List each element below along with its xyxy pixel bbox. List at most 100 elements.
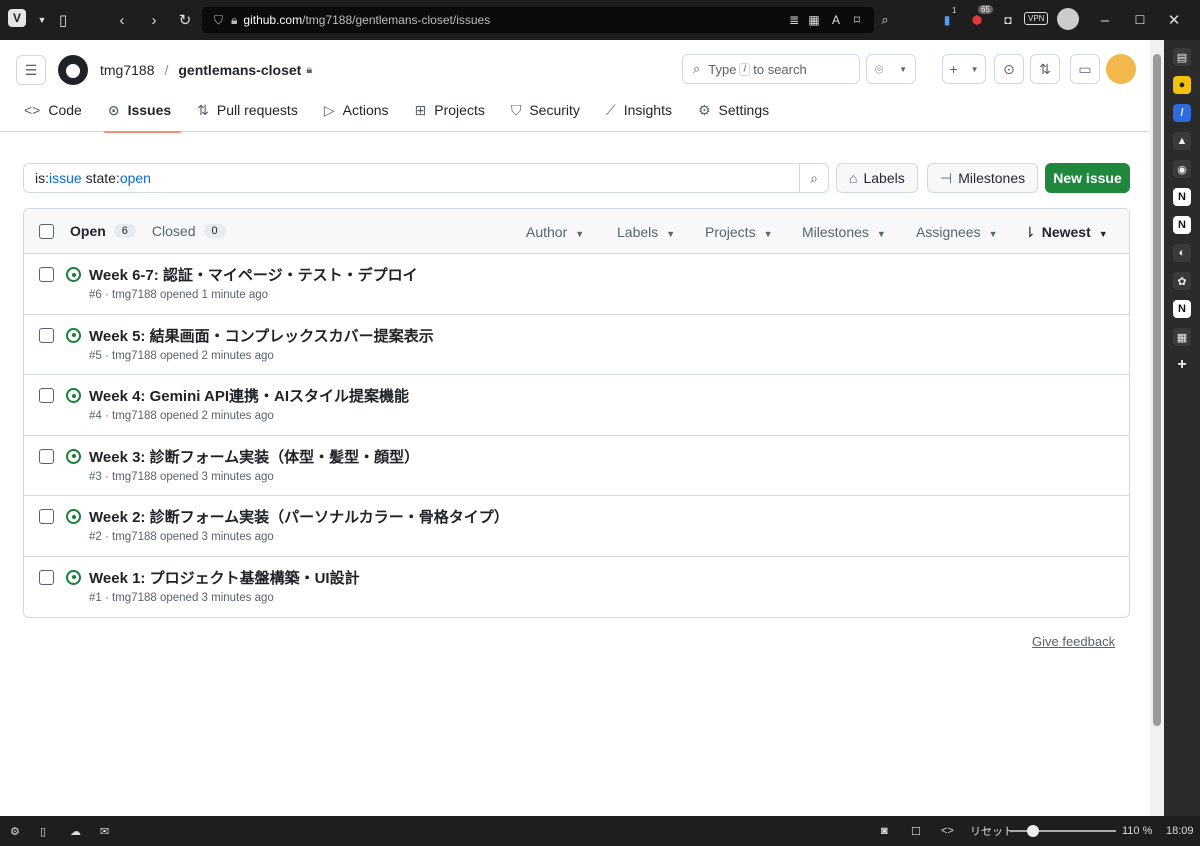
extension-icon[interactable]: ◐ [1173, 244, 1191, 262]
tab-actions[interactable]: ▷ Actions [320, 98, 399, 132]
issue-title[interactable]: Week 2: 診断フォーム実装（パーソナルカラー・骨格タイプ） [89, 506, 509, 527]
vpn-button[interactable]: VPN [1024, 12, 1049, 25]
new-issue-button[interactable]: New issue [1045, 163, 1130, 193]
zoom-slider-handle[interactable] [1027, 825, 1039, 837]
code-icon[interactable]: <> [941, 825, 954, 837]
issue-checkbox[interactable] [39, 569, 54, 585]
issue-checkbox[interactable] [39, 448, 54, 464]
minimize-icon[interactable]: – [1093, 8, 1117, 32]
issue-row[interactable]: Week 3: 診断フォーム実装（体型・髪型・顔型） #3 · tmg7188 … [24, 436, 1129, 496]
tab-label: Settings [718, 102, 770, 118]
keep-icon[interactable]: ● [1173, 76, 1191, 94]
plus-icon[interactable]: + [1173, 356, 1191, 374]
issue-checkbox[interactable] [39, 509, 54, 524]
breadcrumb-owner[interactable]: tmg7188 [100, 62, 154, 78]
camera-icon[interactable]: ◙ [881, 825, 888, 837]
profile-avatar[interactable] [1057, 8, 1079, 30]
inbox-icon[interactable]: ▭ [1070, 54, 1100, 84]
clipboard-icon[interactable]: ▤ [1173, 48, 1191, 66]
menu-icon[interactable]: ☰ [16, 55, 46, 85]
back-icon[interactable]: ‹ [110, 8, 134, 32]
issue-checkbox[interactable] [39, 327, 54, 343]
assignees-filter[interactable]: Assignees ▼ [916, 224, 998, 240]
extension-icon[interactable]: ▲ [1173, 132, 1191, 150]
scrollbar-thumb[interactable] [1153, 54, 1161, 726]
issue-row[interactable]: Week 2: 診断フォーム実装（パーソナルカラー・骨格タイプ） #2 · tm… [24, 496, 1129, 557]
tab-security[interactable]: ⛉ Security [507, 98, 590, 132]
author-filter[interactable]: Author ▼ [526, 224, 584, 240]
vivaldi-menu-icon[interactable]: V [8, 9, 26, 27]
tab-code[interactable]: <> Code [20, 98, 92, 132]
user-avatar[interactable] [1106, 54, 1136, 84]
sort-dropdown[interactable]: ⇂ Newest ▼ [1024, 224, 1108, 241]
select-all-checkbox[interactable] [39, 223, 54, 239]
openai-icon[interactable]: ✿ [1173, 272, 1191, 290]
issue-row[interactable]: Week 4: Gemini API連携・AIスタイル提案機能 #4 · tmg… [24, 375, 1129, 436]
issue-row[interactable]: Week 1: プロジェクト基盤構築・UI設計 #1 · tmg7188 ope… [24, 557, 1129, 618]
global-search-input[interactable]: ⌕ Type / to search [682, 54, 860, 84]
issue-title[interactable]: Week 1: プロジェクト基盤構築・UI設計 [89, 567, 360, 588]
breadcrumb-repo[interactable]: gentlemans-closet [178, 62, 301, 78]
github-logo-icon[interactable] [58, 55, 88, 85]
apps-icon[interactable]: ▦ [1173, 328, 1191, 346]
page-scrollbar[interactable] [1150, 40, 1164, 816]
tab-insights[interactable]: ⟋ Insights [602, 98, 682, 132]
open-tab[interactable]: Open 6 [70, 223, 136, 239]
qr-code-icon[interactable]: ▦ [802, 8, 826, 32]
issue-checkbox[interactable] [39, 388, 54, 403]
milestones-filter[interactable]: Milestones ▼ [802, 224, 886, 240]
tab-label: Projects [434, 102, 485, 118]
tab-settings[interactable]: ⚙ Settings [694, 98, 779, 132]
panel-toggle-icon[interactable]: ▯ [51, 8, 75, 32]
create-new-button[interactable]: + ▼ [942, 54, 986, 84]
filter-label: Labels [617, 224, 659, 240]
closed-tab[interactable]: Closed 0 [152, 223, 226, 239]
zoom-reset-button[interactable]: リセット [970, 823, 1014, 839]
labels-button[interactable]: ⌂ Labels [836, 163, 918, 193]
bookmark-icon[interactable]: ⌑ [845, 8, 869, 32]
window-icon[interactable]: ☐ [911, 825, 921, 838]
give-feedback-link[interactable]: Give feedback [1032, 634, 1115, 649]
maximize-icon[interactable]: ☐ [1128, 8, 1152, 32]
chevron-down-icon: ▼ [575, 229, 585, 239]
browser-status-bar: ⚙ ▯ ☁ ✉ ◙ ☐ <> リセット 110 % 18:09 [0, 816, 1200, 846]
close-icon[interactable]: ✕ [1162, 8, 1186, 32]
search-icon[interactable]: ⌕ [873, 8, 897, 32]
search-icon[interactable]: ⌕ [799, 163, 829, 193]
cloud-icon[interactable]: ☁ [70, 825, 81, 838]
issue-filter-input[interactable]: is: issue state: open [23, 163, 800, 193]
extension-icon[interactable]: / [1173, 104, 1191, 122]
issue-title[interactable]: Week 4: Gemini API連携・AIスタイル提案機能 [89, 385, 409, 406]
reload-icon[interactable]: ↻ [173, 8, 197, 32]
projects-filter[interactable]: Projects ▼ [705, 224, 773, 240]
pull-requests-icon[interactable]: ⇅ [1030, 54, 1060, 84]
search-placeholder-suffix: to search [753, 61, 807, 77]
notion-icon[interactable]: N [1173, 216, 1191, 234]
zoom-slider[interactable] [1010, 825, 1116, 837]
address-bar[interactable]: ⛉ 🔒︎ github.com/tmg7188/gentlemans-close… [202, 7, 874, 33]
notion-icon[interactable]: N [1173, 188, 1191, 206]
issue-title[interactable]: Week 5: 結果画面・コンプレックスカバー提案表示 [89, 325, 434, 346]
tab-pull-requests[interactable]: ⇅ Pull requests [193, 98, 308, 132]
filter-label: Author [526, 224, 568, 240]
issue-row[interactable]: Week 5: 結果画面・コンプレックスカバー提案表示 #5 · tmg7188… [24, 315, 1129, 375]
copilot-button[interactable]: ⌾ ▼ [866, 54, 916, 84]
panel-icon[interactable]: ▯ [40, 825, 46, 838]
extension-icon[interactable]: ◘ [996, 8, 1020, 32]
mail-icon[interactable]: ✉ [100, 825, 109, 838]
github-icon[interactable]: ◉ [1173, 160, 1191, 178]
tab-projects[interactable]: ⊞ Projects [411, 98, 495, 132]
search-shortcut: / [739, 62, 751, 76]
issue-row[interactable]: Week 6-7: 認証・マイページ・テスト・デプロイ #6 · tmg7188… [24, 254, 1129, 315]
forward-icon[interactable]: › [142, 8, 166, 32]
issue-checkbox[interactable] [39, 267, 54, 282]
settings-icon[interactable]: ⚙ [10, 825, 20, 838]
issue-title[interactable]: Week 3: 診断フォーム実装（体型・髪型・顔型） [89, 446, 419, 467]
notion-icon[interactable]: N [1173, 300, 1191, 318]
issue-title[interactable]: Week 6-7: 認証・マイページ・テスト・デプロイ [89, 264, 418, 285]
tab-issues[interactable]: ⊙ Issues [103, 98, 182, 133]
labels-button-label: Labels [863, 170, 905, 186]
milestones-button[interactable]: ⊣ Milestones [927, 163, 1039, 193]
issues-icon[interactable]: ⊙ [994, 54, 1024, 84]
labels-filter[interactable]: Labels ▼ [617, 224, 675, 240]
